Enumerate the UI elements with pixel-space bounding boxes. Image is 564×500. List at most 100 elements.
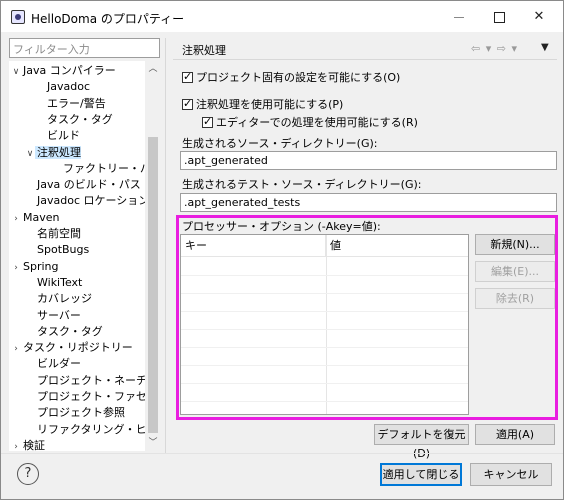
filter-input[interactable]: フィルター入力 [9, 38, 160, 58]
test-source-dir-field[interactable]: .apt_generated_tests [180, 193, 557, 212]
cancel-button[interactable]: キャンセル [470, 463, 552, 486]
column-divider [326, 235, 327, 414]
tree-item-label: ビルド [47, 129, 80, 143]
source-dir-field[interactable]: .apt_generated [180, 151, 557, 170]
tree-item-label: Java のビルド・パス [37, 178, 141, 192]
header-divider [173, 59, 557, 60]
table-row-line [181, 293, 468, 294]
tree-item[interactable]: プロジェクト・ネーチャー [35, 373, 161, 389]
tree-item[interactable]: カバレッジ [35, 291, 92, 307]
tree-item-label: ビルダー [37, 357, 81, 371]
project-specific-checkbox[interactable]: プロジェクト固有の設定を可能にする(O) [182, 69, 400, 85]
table-row-line [181, 329, 468, 330]
tree-item-label: リファクタリング・ヒストリー [37, 422, 161, 436]
chevron-right-icon[interactable]: › [11, 341, 21, 357]
tree-item-label: プロジェクト・ネーチャー [37, 373, 161, 387]
tree-item[interactable]: › Maven [11, 210, 59, 226]
table-row-line [181, 347, 468, 348]
scroll-thumb[interactable] [148, 137, 158, 433]
chevron-right-icon[interactable]: › [11, 211, 21, 227]
minimize-button[interactable] [439, 5, 479, 29]
tree-item-label: 注釈処理 [35, 145, 81, 159]
tree-item[interactable]: 名前空間 [35, 226, 81, 242]
tree-item[interactable]: プロジェクト参照 [35, 405, 125, 421]
tree-item[interactable]: ビルド [45, 128, 80, 144]
tree-item-label: Javadoc [47, 80, 90, 94]
tree-item-label: タスク・タグ [37, 324, 103, 338]
tree-item-label: 検証 [23, 438, 45, 451]
chevron-right-icon[interactable]: › [11, 439, 21, 451]
tree-item[interactable]: › 検証 [11, 438, 45, 451]
table-header-value[interactable]: 値 [326, 235, 468, 257]
chevron-right-icon[interactable]: › [11, 260, 21, 276]
tree-item[interactable]: ∨ Java コンパイラー [11, 63, 116, 79]
enable-annotation-processing-label: 注釈処理を使用可能にする(P) [196, 98, 344, 111]
footer-divider [1, 453, 563, 454]
tree-item[interactable]: › Spring [11, 259, 59, 276]
chevron-down-icon[interactable]: ∨ [25, 146, 35, 162]
panel-divider[interactable] [165, 38, 166, 453]
app-icon [11, 10, 25, 24]
table-row-line [181, 383, 468, 384]
tree-item-label: Maven [23, 210, 60, 224]
tree-item-label: プロジェクト参照 [37, 406, 125, 420]
tree-item[interactable]: Java のビルド・パス [35, 177, 141, 193]
table-row-line [181, 275, 468, 276]
restore-defaults-button[interactable]: デフォルトを復元(D) [374, 424, 469, 460]
tree-item-label: Spring [23, 259, 59, 273]
enable-annotation-processing-checkbox[interactable]: 注釈処理を使用可能にする(P) [182, 96, 343, 112]
tree-item-label: Javadoc ロケーション [37, 194, 150, 208]
title-bar: HelloDoma のプロパティー [1, 1, 563, 32]
tree-item-label: プロジェクト・ファセット [37, 390, 161, 403]
tree-item[interactable]: ビルダー [35, 356, 81, 372]
tree-item-label: サーバー [37, 308, 81, 322]
tree-item[interactable]: タスク・タグ [35, 324, 103, 340]
test-source-dir-label: 生成されるテスト・ソース・ディレクトリー(G): [182, 178, 422, 191]
table-row-line [181, 311, 468, 312]
checkbox-checked-icon[interactable] [182, 70, 193, 83]
table-row-line [181, 365, 468, 366]
tree-scrollbar[interactable]: ︿ ﹀ [145, 61, 161, 451]
checkbox-checked-icon[interactable] [202, 115, 213, 128]
enable-in-editor-checkbox[interactable]: エディターでの処理を使用可能にする(R) [202, 114, 418, 130]
apply-button[interactable]: 適用(A) [475, 424, 555, 445]
chevron-down-icon[interactable]: ∨ [11, 64, 21, 80]
scroll-up-icon[interactable]: ︿ [145, 61, 161, 77]
tree-item[interactable]: リファクタリング・ヒストリー [35, 422, 161, 438]
tree-item-label: SpotBugs [37, 243, 90, 257]
processor-options-label: プロセッサー・オプション (-Akey=値): [182, 220, 381, 233]
tree-item[interactable]: Javadoc ロケーション [35, 193, 149, 209]
enable-in-editor-label: エディターでの処理を使用可能にする(R) [216, 116, 418, 129]
checkbox-checked-icon[interactable] [182, 97, 193, 110]
scroll-down-icon[interactable]: ﹀ [145, 435, 161, 451]
new-option-button[interactable]: 新規(N)... [475, 234, 555, 255]
tree-item[interactable]: プロジェクト・ファセット [35, 389, 161, 405]
close-button[interactable] [519, 5, 559, 29]
window-title: HelloDoma のプロパティー [31, 12, 185, 26]
tree-item-label: カバレッジ [37, 292, 92, 306]
tree-item[interactable]: タスク・タグ [45, 112, 113, 128]
table-header-key[interactable]: キー [181, 235, 326, 257]
view-menu-icon[interactable]: ▼ [541, 42, 549, 53]
tree-item[interactable]: Javadoc [45, 79, 90, 95]
help-icon[interactable]: ? [17, 463, 39, 485]
tree-item-label: 名前空間 [37, 227, 81, 240]
table-row-line [181, 401, 468, 402]
tree-item[interactable]: サーバー [35, 308, 81, 324]
tree-item[interactable]: WikiText [35, 275, 82, 291]
processor-options-table[interactable]: キー 値 [180, 234, 469, 415]
page-title: 注釈処理 [182, 44, 226, 57]
remove-option-button[interactable]: 除去(R) [475, 288, 555, 309]
tree-item-label: WikiText [37, 275, 83, 289]
history-nav-icons[interactable]: ⇦ ▾ ⇨ ▾ [471, 42, 518, 55]
properties-dialog: HelloDoma のプロパティー フィルター入力 ∨Java コンパイラーJa… [0, 0, 564, 500]
edit-option-button[interactable]: 編集(E)... [475, 261, 555, 282]
tree-item[interactable]: エラー/警告 [45, 96, 106, 112]
tree-item-label: タスク・リポジトリー [23, 341, 133, 355]
apply-and-close-button[interactable]: 適用して閉じる [380, 463, 462, 486]
tree-item[interactable]: SpotBugs [35, 242, 89, 258]
project-specific-label: プロジェクト固有の設定を可能にする(O) [196, 71, 401, 84]
maximize-button[interactable] [479, 5, 519, 29]
tree-item[interactable]: › タスク・リポジトリー [11, 340, 133, 356]
tree-item[interactable]: ∨ 注釈処理 [25, 145, 81, 161]
